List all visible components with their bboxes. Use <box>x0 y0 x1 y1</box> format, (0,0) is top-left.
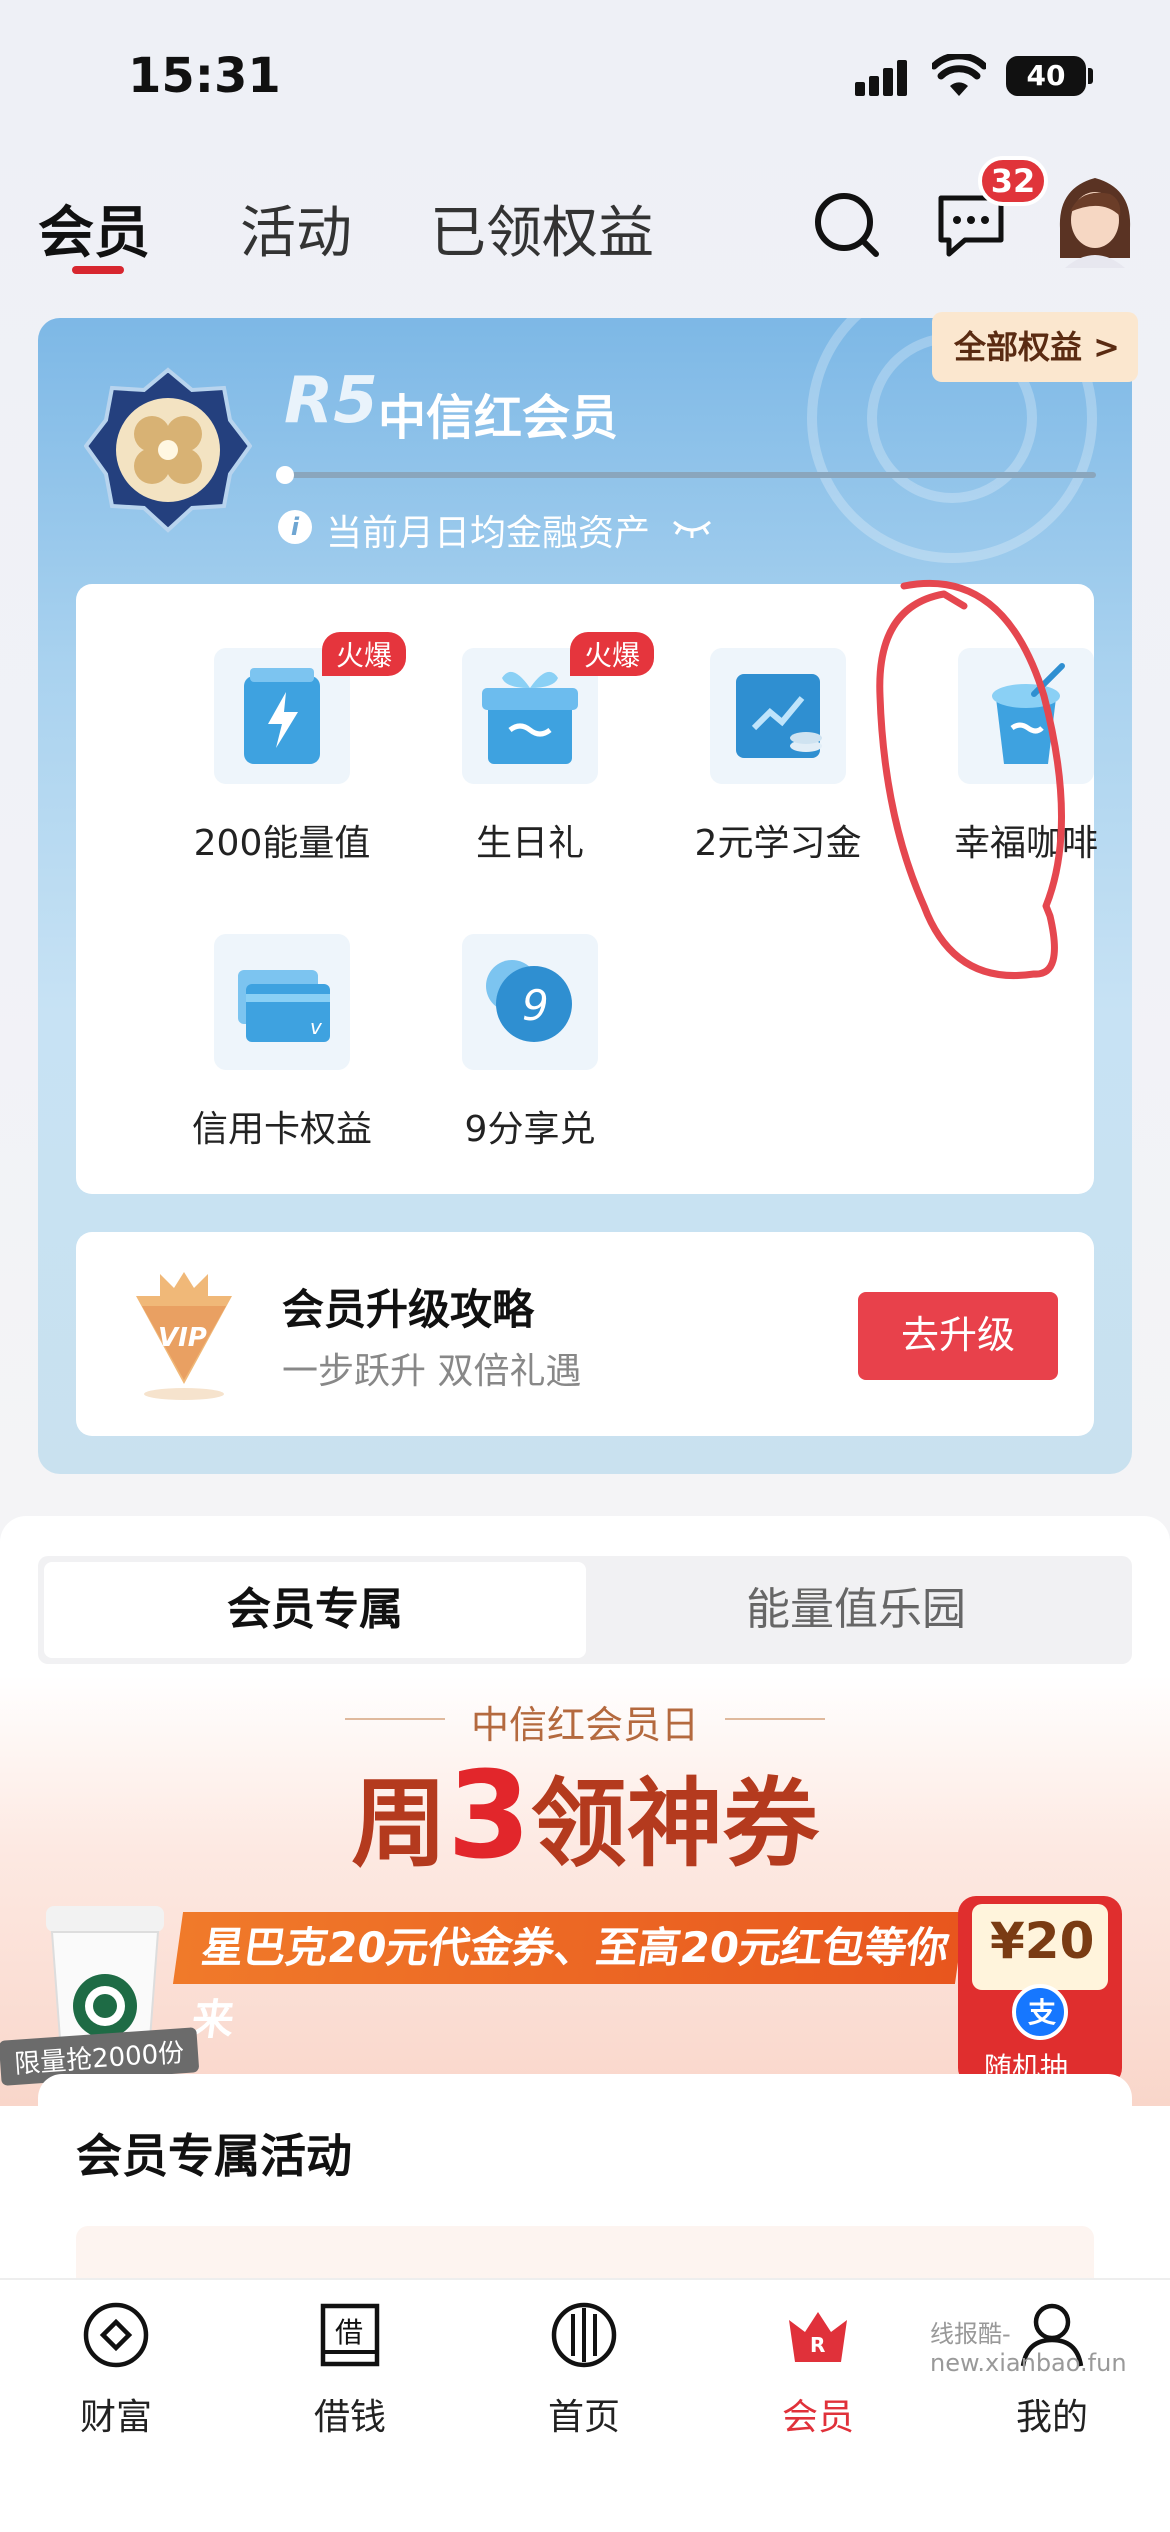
tabbar-borrow[interactable]: 借 借钱 <box>250 2300 450 2440</box>
svg-text:v: v <box>310 1015 323 1039</box>
banner-title-number: 3 <box>447 1747 531 1886</box>
banner-divider-right <box>725 1718 825 1720</box>
eye-closed-icon[interactable] <box>672 516 712 540</box>
study-book-icon <box>710 648 846 784</box>
segment-energy-park[interactable]: 能量值乐园 <box>586 1562 1126 1658</box>
hand-drawn-circle-annotation <box>876 579 1065 980</box>
tabbar-label: 会员 <box>781 2397 854 2438</box>
active-tab-underline <box>72 266 124 274</box>
segment-member-exclusive[interactable]: 会员专属 <box>44 1562 586 1658</box>
level-progress-bar <box>278 472 1096 478</box>
upgrade-subtitle: 一步跃升 双倍礼遇 <box>282 1351 582 1392</box>
hot-tag: 火爆 <box>569 632 654 676</box>
watermark: 线报酷-new.xianbao.fun <box>930 2320 1127 2377</box>
banner-title-prefix: 周 <box>351 1768 448 1880</box>
coin-9-icon: 9 <box>462 934 598 1070</box>
energy-bottle-icon: 火爆 <box>214 632 406 784</box>
wifi-icon <box>932 54 986 96</box>
right-label: 200能量值 <box>193 823 371 864</box>
member-crown-icon: R <box>789 2312 847 2362</box>
tabbar-label: 首页 <box>547 2397 620 2438</box>
right-label: 生日礼 <box>475 823 584 864</box>
upgrade-panel: VIP 会员升级攻略 一步跃升 双倍礼遇 去升级 <box>76 1232 1094 1436</box>
svg-text:9: 9 <box>522 981 549 1030</box>
tabbar-wealth[interactable]: 财富 <box>16 2300 216 2440</box>
vip-diamond-icon: VIP <box>136 1272 232 1400</box>
activity-section-title: 会员专属活动 <box>76 2129 352 2183</box>
battery-icon: 40 <box>1006 56 1086 96</box>
svg-text:支: 支 <box>1028 1996 1056 2029</box>
search-icon[interactable] <box>812 190 880 258</box>
right-label: 9分享兑 <box>464 1109 596 1150</box>
info-icon[interactable]: i <box>278 510 312 544</box>
right-item-credit-card[interactable]: v 信用卡权益 <box>172 934 392 1152</box>
tabbar-home[interactable]: 首页 <box>484 2300 684 2440</box>
right-item-energy[interactable]: 火爆 200能量值 <box>172 632 406 866</box>
status-bar: 15:31 40 <box>0 0 1170 150</box>
home-logo-icon <box>551 2302 617 2368</box>
message-count-badge: 32 <box>978 156 1048 206</box>
cellular-signal-icon <box>855 60 913 96</box>
credit-card-icon: v <box>214 934 350 1070</box>
upgrade-title: 会员升级攻略 <box>282 1285 535 1334</box>
all-rights-button[interactable]: 全部权益 > <box>932 312 1138 382</box>
right-label: 信用卡权益 <box>191 1109 372 1150</box>
tab-member[interactable]: 会员 <box>38 188 150 269</box>
hot-tag: 火爆 <box>321 632 406 676</box>
banner-title-suffix: 领神券 <box>530 1768 819 1880</box>
wealth-icon <box>83 2302 149 2368</box>
svg-text:借: 借 <box>335 2316 363 2349</box>
gift-box-icon: 火爆 <box>462 632 654 784</box>
member-level-emblem-icon <box>84 367 252 533</box>
segment-control: 会员专属 能量值乐园 <box>38 1556 1132 1664</box>
banner-ribbon: 星巴克20元代金券、至高20元红包等你来 <box>172 1912 966 2044</box>
right-item-birthday[interactable]: 火爆 生日礼 <box>420 632 654 866</box>
red-envelope-amount: ¥20 <box>990 1912 1095 1970</box>
level-progress-dot <box>276 466 294 484</box>
right-item-study[interactable]: 2元学习金 <box>668 648 888 866</box>
tabbar-label: 借钱 <box>313 2397 386 2438</box>
member-level-code: R5 <box>284 364 378 438</box>
tab-claimed-rights[interactable]: 已领权益 <box>430 188 654 269</box>
member-level-name: 中信红会员 <box>378 390 619 446</box>
svg-text:R: R <box>810 2333 825 2357</box>
avatar[interactable] <box>1050 168 1140 268</box>
right-item-9fen[interactable]: 9 9分享兑 <box>420 934 640 1152</box>
banner-title: 周3领神券 <box>0 1746 1170 1886</box>
tabbar-label: 财富 <box>79 2397 152 2438</box>
tabbar-label: 我的 <box>1015 2397 1088 2438</box>
promo-banner[interactable]: 中信红会员日 周3领神券 星巴克20元代金券、至高20元红包等你来 限量抢200… <box>0 1676 1170 2106</box>
borrow-icon: 借 <box>320 2303 380 2367</box>
status-time: 15:31 <box>128 48 281 104</box>
banner-subtitle: 中信红会员日 <box>470 1703 699 1747</box>
tab-activity[interactable]: 活动 <box>240 188 352 269</box>
right-label: 2元学习金 <box>694 823 862 864</box>
asset-label: 当前月日均金融资产 <box>326 513 651 554</box>
tabbar-member[interactable]: R 会员 <box>718 2300 918 2440</box>
battery-cap <box>1088 68 1093 84</box>
svg-text:VIP: VIP <box>158 1323 207 1353</box>
upgrade-button[interactable]: 去升级 <box>858 1292 1058 1380</box>
